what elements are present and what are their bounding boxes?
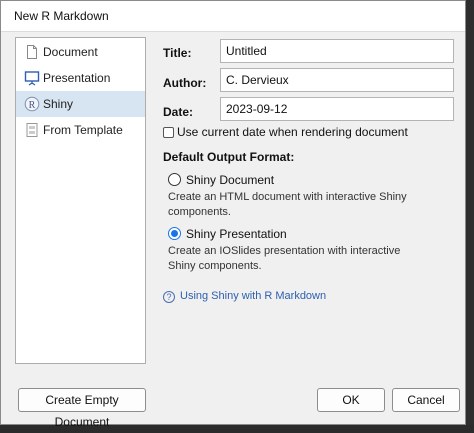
template-sidebar: Document Presentation R Shiny From Templ…: [15, 37, 146, 364]
use-current-date-label: Use current date when rendering document: [177, 125, 408, 139]
sidebar-item-from-template[interactable]: From Template: [16, 117, 145, 143]
document-icon: [27, 45, 37, 59]
sidebar-item-label: From Template: [43, 123, 123, 137]
sidebar-item-document[interactable]: Document: [16, 39, 145, 65]
sidebar-item-shiny[interactable]: R Shiny: [16, 91, 145, 117]
title-label: Title:: [163, 46, 192, 60]
question-circle-icon: ?: [163, 291, 175, 303]
r-logo-icon: R: [24, 96, 40, 112]
sidebar-item-label: Shiny: [43, 97, 74, 111]
template-icon: [26, 123, 38, 137]
ok-button[interactable]: OK: [317, 388, 385, 412]
date-label: Date:: [163, 105, 194, 119]
author-input[interactable]: [220, 68, 454, 92]
use-current-date-checkbox[interactable]: [163, 127, 174, 138]
svg-text:R: R: [29, 100, 36, 111]
presentation-icon: [24, 71, 40, 86]
shiny-document-radio[interactable]: [168, 173, 181, 186]
background-window: [466, 0, 474, 425]
using-shiny-help-link[interactable]: Using Shiny with R Markdown: [180, 290, 326, 302]
sidebar-item-label: Document: [43, 45, 98, 59]
author-label: Author:: [163, 76, 207, 90]
date-input[interactable]: [220, 97, 454, 121]
create-empty-document-button[interactable]: Create Empty Document: [18, 388, 146, 429]
shiny-document-option[interactable]: Shiny Document: [186, 173, 274, 187]
sidebar-item-label: Presentation: [43, 71, 111, 85]
shiny-presentation-option[interactable]: Shiny Presentation: [186, 227, 287, 241]
dialog-title: New R Markdown: [1, 1, 465, 32]
sidebar-item-presentation[interactable]: Presentation: [16, 65, 145, 91]
shiny-document-description: Create an HTML document with interactive…: [168, 191, 407, 218]
title-input[interactable]: [220, 39, 454, 63]
shiny-presentation-radio[interactable]: [168, 227, 181, 240]
shiny-presentation-description: Create an IOSlides presentation with int…: [168, 245, 401, 272]
new-r-markdown-dialog: New R Markdown Document Presentation R S…: [0, 0, 466, 429]
default-output-format-heading: Default Output Format:: [163, 150, 295, 164]
cancel-button[interactable]: Cancel: [392, 388, 460, 412]
